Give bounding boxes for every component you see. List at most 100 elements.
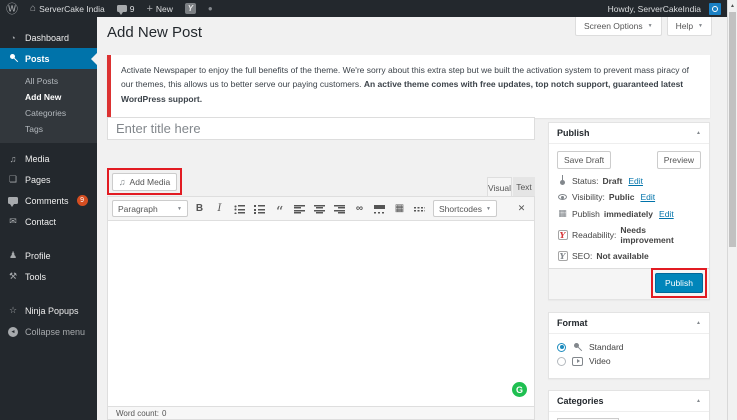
comments-icon [7,197,19,207]
format-box: Format Standard Video [548,312,710,379]
wp-logo-menu[interactable] [0,0,24,17]
save-draft-button[interactable]: Save Draft [557,151,612,169]
page-break-button[interactable] [411,200,428,217]
edit-visibility-link[interactable]: Edit [640,192,655,202]
sidebar-item-contact[interactable]: Contact [0,211,97,232]
collapse-toggle-icon[interactable] [696,130,701,136]
format-option-standard[interactable]: Standard [557,341,701,352]
numbered-list-button[interactable] [251,200,268,217]
sidebar-label-ninja-popups: Ninja Popups [25,305,79,316]
sidebar-item-profile[interactable]: Profile [0,245,97,266]
help-label: Help [675,21,694,31]
plus-icon [146,3,152,15]
bold-button[interactable] [191,200,208,217]
adminbar-plugin-menu[interactable] [202,0,219,17]
sidebar-item-dashboard[interactable]: Dashboard [0,27,97,48]
visibility-row: Visibility: Public Edit [557,192,701,202]
tab-text[interactable]: Text [513,177,535,197]
editor-content-area[interactable] [107,221,535,406]
adminbar-yoast-menu[interactable] [179,0,202,17]
schedule-value: immediately [603,208,654,219]
sidebar-label-posts: Posts [25,53,50,64]
tab-visual[interactable]: Visual [487,177,512,197]
edit-schedule-link[interactable]: Edit [659,209,674,219]
scrollbar-thumb[interactable] [729,12,736,247]
add-media-label: Add Media [129,176,171,187]
shortcodes-dropdown[interactable]: Shortcodes [433,200,497,217]
scrollbar-up-arrow[interactable] [728,0,737,11]
align-center-button[interactable] [311,200,328,217]
adminbar-new-link[interactable]: New [140,0,178,17]
sidebar-item-tools[interactable]: Tools [0,266,97,287]
sidebar-item-posts[interactable]: Posts [0,48,97,69]
paragraph-dropdown[interactable]: Paragraph [112,200,188,217]
submenu-categories[interactable]: Categories [0,105,97,121]
radio-video[interactable] [557,356,566,366]
blockquote-button[interactable] [271,200,288,217]
screen-options-button[interactable]: Screen Options [575,17,662,36]
collapse-toggle-icon[interactable] [696,320,701,326]
readability-label: Readability: [572,230,617,240]
publish-button[interactable]: Publish [655,273,703,293]
adminbar-account-menu[interactable]: Howdy, ServerCakeIndia [602,2,727,15]
wordpress-admin-screen: ServerCake India 9 New Howdy, ServerCake… [0,0,737,420]
table-button[interactable] [391,200,408,217]
status-row: Status: Draft Edit [557,176,701,186]
numbered-list-icon [254,203,265,214]
align-right-icon [334,203,345,214]
sidebar-item-media[interactable]: Media [0,148,97,169]
wordpress-logo-icon [6,0,18,17]
site-name: ServerCake India [39,3,105,14]
edit-status-link[interactable]: Edit [628,176,643,186]
link-icon [356,203,363,214]
sidebar-label-pages: Pages [25,174,51,185]
screen-options-label: Screen Options [584,21,643,31]
sidebar-item-comments[interactable]: Comments 9 [0,190,97,211]
contact-icon [7,216,19,227]
collapse-toggle-icon[interactable] [696,398,701,404]
bulleted-list-icon [234,203,245,214]
sidebar-label-dashboard: Dashboard [25,32,70,43]
align-left-button[interactable] [291,200,308,217]
format-option-video[interactable]: Video [557,356,701,366]
bold-icon [196,203,203,214]
help-button[interactable]: Help [666,17,712,36]
sidebar-item-pages[interactable]: Pages [0,169,97,190]
fullscreen-icon [518,203,526,214]
blockquote-icon [276,203,284,214]
sidebar-item-ninja-popups[interactable]: Ninja Popups [0,300,97,321]
post-title-input[interactable] [107,117,535,140]
align-right-button[interactable] [331,200,348,217]
sidebar-label-contact: Contact [25,216,57,227]
table-icon [395,203,404,214]
sidebar-label-profile: Profile [25,250,51,261]
submenu-tags[interactable]: Tags [0,121,97,137]
insert-link-button[interactable] [351,200,368,217]
align-center-icon [314,203,325,214]
paragraph-dropdown-label: Paragraph [118,203,158,214]
fullscreen-button[interactable] [513,200,530,217]
yoast-icon [184,3,196,14]
add-media-button[interactable]: Add Media [111,172,178,191]
publish-box-footer: Publish [549,268,709,299]
radio-standard[interactable] [557,342,566,352]
scrollbar[interactable] [727,0,737,420]
italic-button[interactable] [211,200,228,217]
grammarly-icon[interactable] [512,382,527,397]
page-title: Add New Post [107,24,203,41]
submenu-add-new[interactable]: Add New [0,89,97,105]
calendar-icon [557,208,568,219]
site-name-link[interactable]: ServerCake India [24,0,111,17]
read-more-button[interactable] [371,200,388,217]
readability-value: Needs improvement [620,225,674,245]
bulleted-list-button[interactable] [231,200,248,217]
word-count-label: Word count: [116,409,159,418]
publish-box-title: Publish [557,128,590,138]
comment-bubble-icon [116,5,127,15]
adminbar-comments-link[interactable]: 9 [111,0,141,17]
preview-button[interactable]: Preview [656,151,701,169]
sidebar-item-collapse-menu[interactable]: Collapse menu [0,321,97,342]
submenu-all-posts[interactable]: All Posts [0,73,97,89]
status-label: Status: [572,176,599,186]
posts-pin-icon [7,52,19,63]
